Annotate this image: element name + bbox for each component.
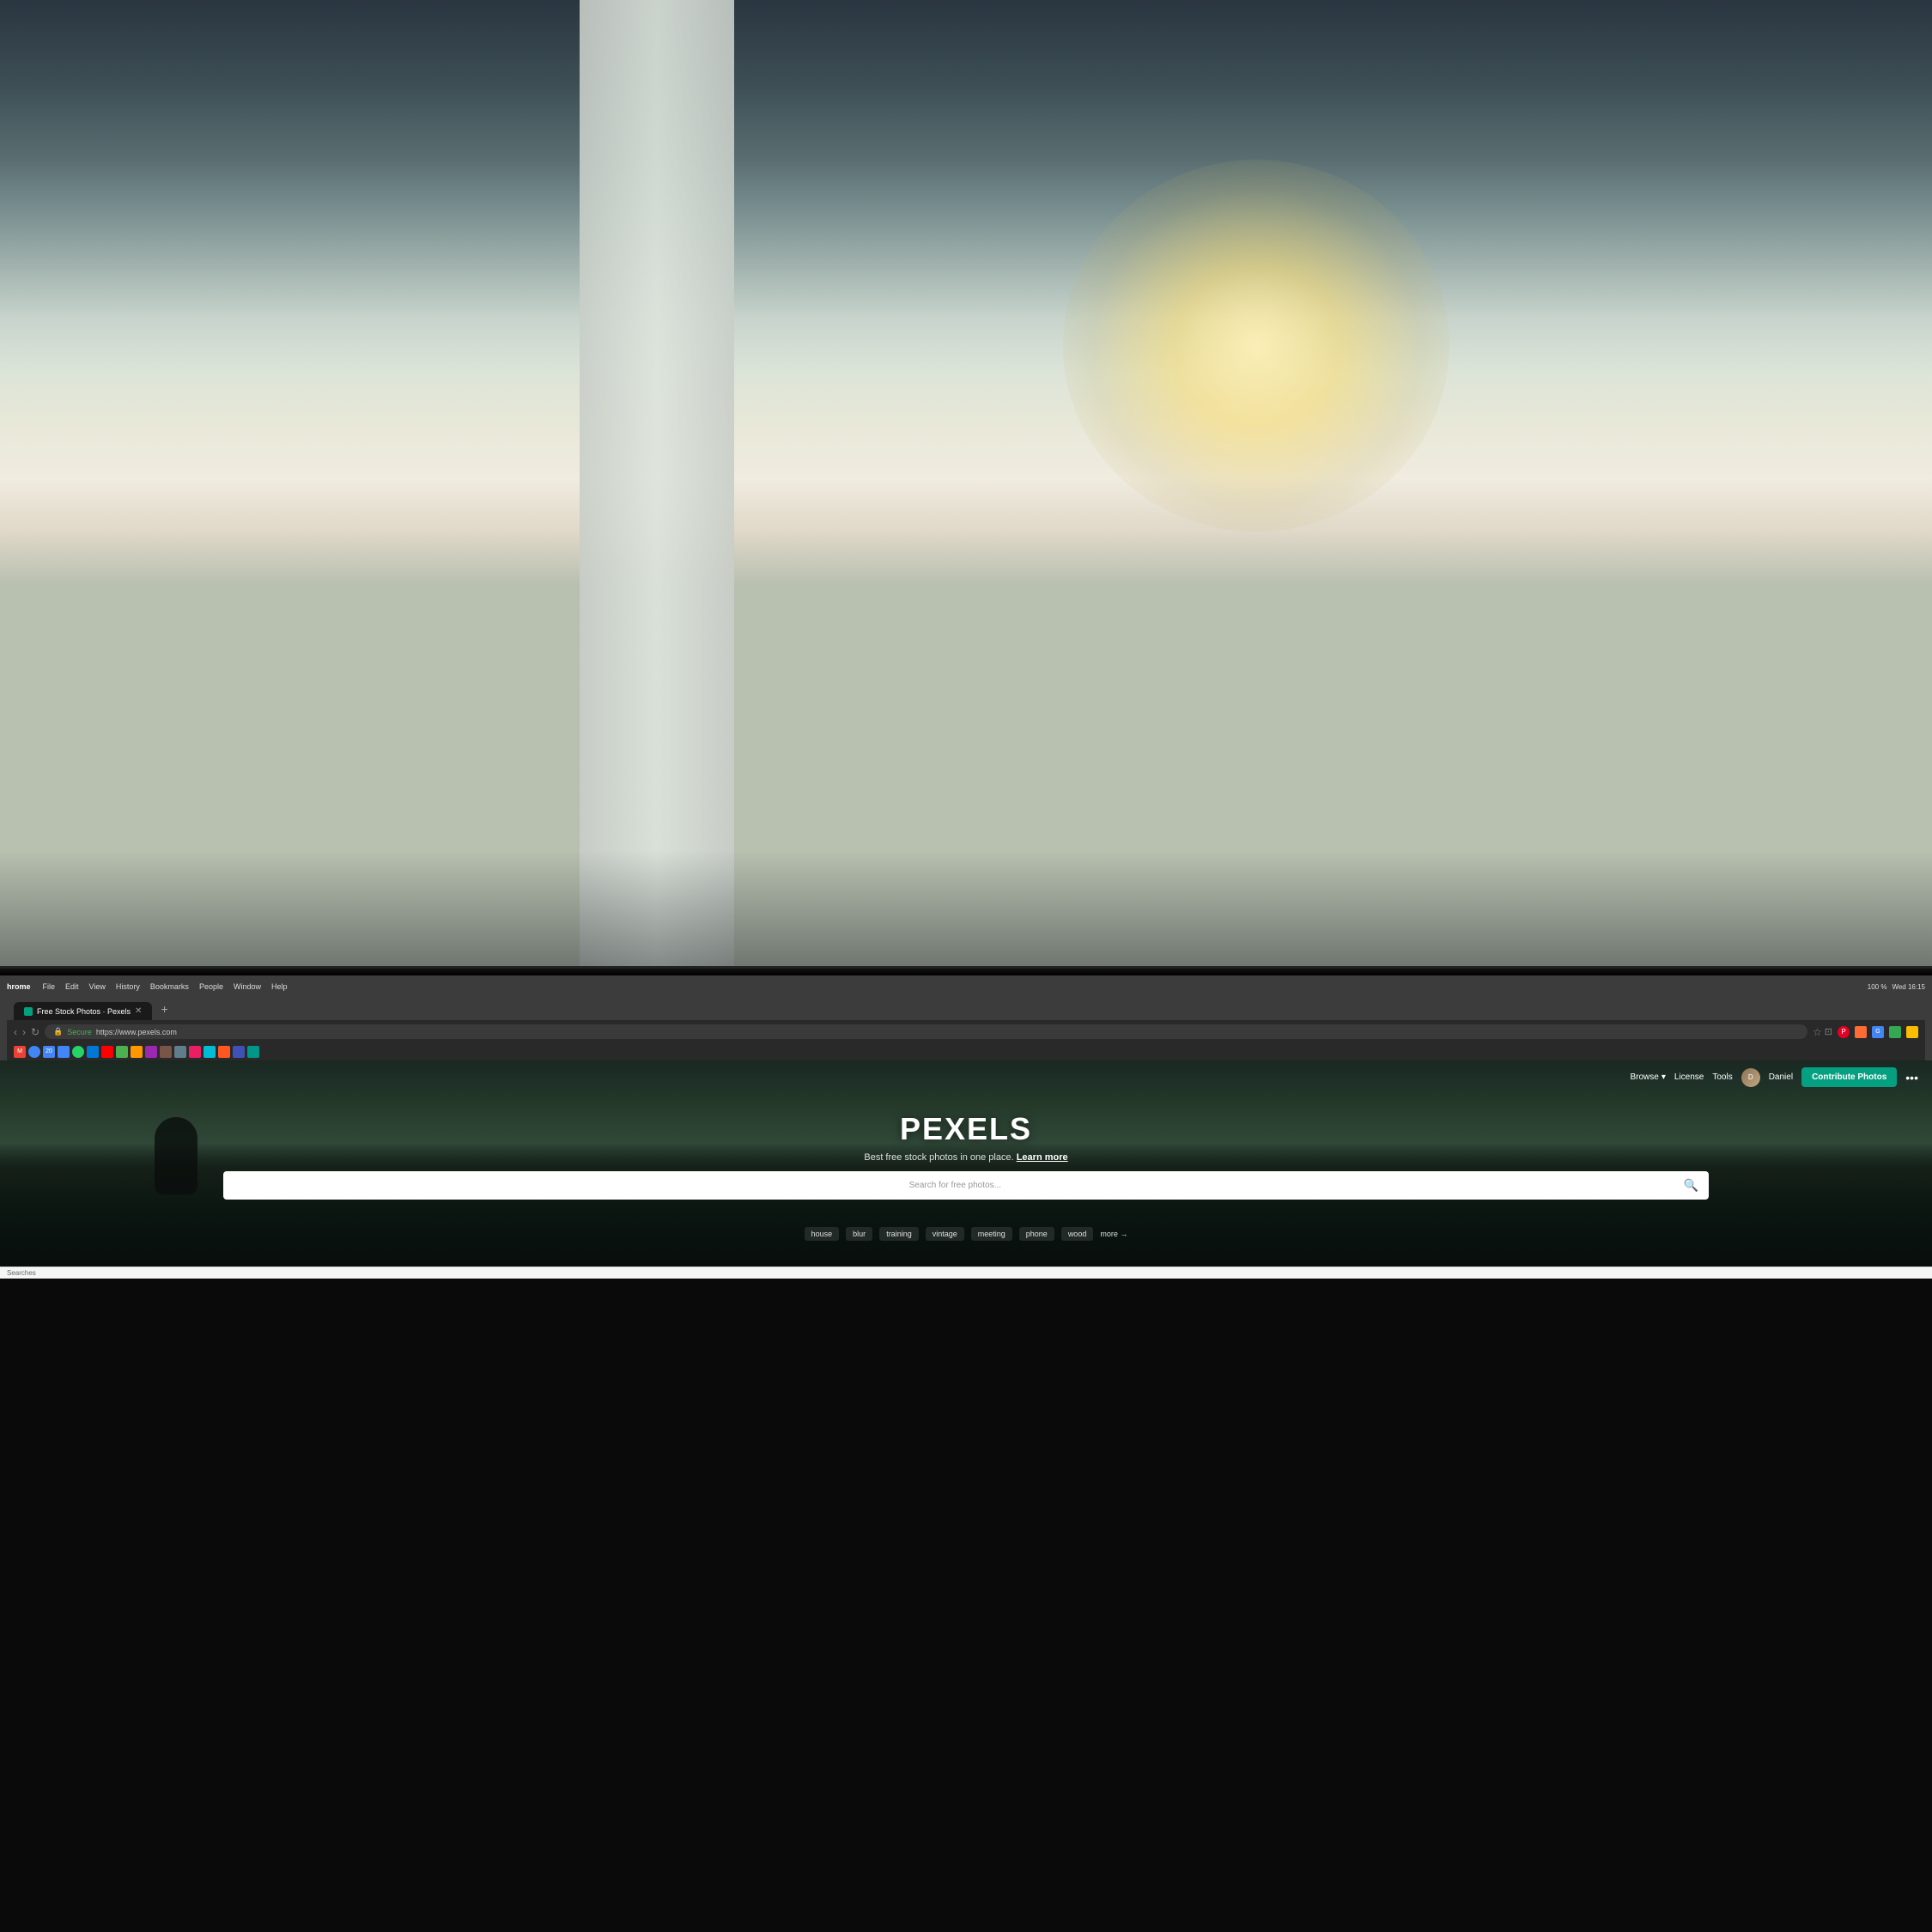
ext-icon-5[interactable] <box>1906 1026 1918 1038</box>
tag-training[interactable]: training <box>879 1227 919 1241</box>
tab-favicon <box>24 1007 33 1016</box>
ext-icon-4[interactable] <box>1889 1026 1901 1038</box>
active-tab[interactable]: Free Stock Photos · Pexels ✕ <box>14 1002 152 1020</box>
tag-blur[interactable]: blur <box>846 1227 872 1241</box>
tag-meeting[interactable]: meeting <box>971 1227 1012 1241</box>
user-avatar[interactable]: D <box>1741 1068 1760 1087</box>
ext-icon-14[interactable] <box>189 1046 201 1058</box>
menu-history[interactable]: History <box>111 982 145 991</box>
browse-link[interactable]: Browse ▾ <box>1630 1072 1665 1082</box>
battery-status: 100 % <box>1868 983 1887 991</box>
ext-icon-3[interactable]: G <box>1872 1026 1884 1038</box>
ext-icon-7[interactable] <box>87 1046 99 1058</box>
learn-more-link[interactable]: Learn more <box>1017 1152 1068 1163</box>
tab-close-button[interactable]: ✕ <box>135 1006 142 1016</box>
menu-help[interactable]: Help <box>266 982 293 991</box>
ext-icon-13[interactable] <box>174 1046 186 1058</box>
ext-pinterest[interactable]: P <box>1838 1026 1850 1038</box>
ext-icon-11[interactable] <box>145 1046 157 1058</box>
pexels-navigation: Browse ▾ License Tools D Daniel Contribu… <box>0 1060 1932 1094</box>
ext-icon-2[interactable] <box>1855 1026 1867 1038</box>
monitor-frame: hrome File Edit View History Bookmarks P… <box>0 966 1932 1932</box>
tag-phone[interactable]: phone <box>1019 1227 1054 1241</box>
reload-button[interactable]: ↻ <box>31 1026 39 1038</box>
tag-row: house blur training vintage meeting phon… <box>0 1222 1932 1253</box>
menubar-right: 100 % Wed 16:15 <box>1868 983 1925 991</box>
extensions-toolbar: M 20 <box>7 1043 1925 1060</box>
secure-label: Secure <box>67 1028 92 1036</box>
window-glow <box>1063 160 1449 532</box>
ext-calendar[interactable]: 20 <box>43 1046 55 1058</box>
ext-icon-9[interactable] <box>116 1046 128 1058</box>
license-link[interactable]: License <box>1674 1072 1704 1082</box>
ext-gmail[interactable]: M <box>14 1046 26 1058</box>
search-icon[interactable]: 🔍 <box>1684 1178 1698 1193</box>
urlbar-row: ‹ › ↻ 🔒 Secure https://www.pexels.com ☆ … <box>7 1020 1925 1043</box>
ext-icon-16[interactable] <box>218 1046 230 1058</box>
chevron-down-icon: ▾ <box>1662 1072 1666 1082</box>
site-title: PEXELS <box>14 1111 1918 1147</box>
site-subtitle: Best free stock photos in one place. Lea… <box>14 1152 1918 1163</box>
tab-label: Free Stock Photos · Pexels <box>37 1007 131 1016</box>
status-text: Searches <box>7 1269 36 1277</box>
ext-icon-18[interactable] <box>247 1046 259 1058</box>
tools-link[interactable]: Tools <box>1712 1072 1732 1082</box>
nav-right: Browse ▾ License Tools D Daniel Contribu… <box>1630 1067 1918 1087</box>
ext-icon-10[interactable] <box>131 1046 143 1058</box>
secure-icon: 🔒 <box>53 1027 63 1036</box>
ext-icon-17[interactable] <box>233 1046 245 1058</box>
menu-view[interactable]: View <box>84 982 111 991</box>
menu-bookmarks[interactable]: Bookmarks <box>145 982 194 991</box>
browser-app-name: hrome <box>7 982 31 991</box>
pexels-hero: Browse ▾ License Tools D Daniel Contribu… <box>0 1060 1932 1267</box>
website-content: Browse ▾ License Tools D Daniel Contribu… <box>0 1060 1932 1267</box>
url-text: https://www.pexels.com <box>96 1028 177 1036</box>
search-placeholder: Search for free photos... <box>234 1181 1677 1190</box>
avatar-initial: D <box>1748 1073 1753 1081</box>
ext-todo[interactable] <box>58 1046 70 1058</box>
tag-house[interactable]: house <box>805 1227 840 1241</box>
search-bar[interactable]: Search for free photos... 🔍 <box>223 1171 1709 1200</box>
tag-vintage[interactable]: vintage <box>926 1227 964 1241</box>
bookmark-star[interactable]: ☆ <box>1813 1026 1822 1038</box>
ext-icon-15[interactable] <box>204 1046 216 1058</box>
ext-icon-8[interactable] <box>101 1046 113 1058</box>
background-photo <box>0 0 1932 1063</box>
forward-button[interactable]: › <box>22 1026 26 1038</box>
hero-text-area: PEXELS Best free stock photos in one pla… <box>0 1094 1932 1222</box>
ext-icon-12[interactable] <box>160 1046 172 1058</box>
menu-file[interactable]: File <box>38 982 61 991</box>
screen-top-border <box>0 969 1932 975</box>
contribute-photos-button[interactable]: Contribute Photos <box>1801 1067 1897 1087</box>
bookmark-icons: ☆ ⊡ <box>1813 1026 1832 1038</box>
ext-drive[interactable] <box>28 1046 40 1058</box>
more-options-button[interactable]: ••• <box>1905 1071 1918 1084</box>
menubar: hrome File Edit View History Bookmarks P… <box>7 981 1925 994</box>
browser-chrome: hrome File Edit View History Bookmarks P… <box>0 975 1932 1060</box>
menu-edit[interactable]: Edit <box>60 982 84 991</box>
tabs-row: Free Stock Photos · Pexels ✕ + <box>7 994 1925 1020</box>
new-tab-button[interactable]: + <box>154 998 174 1020</box>
url-bar[interactable]: 🔒 Secure https://www.pexels.com <box>45 1024 1807 1039</box>
back-button[interactable]: ‹ <box>14 1026 17 1038</box>
tag-wood[interactable]: wood <box>1061 1227 1094 1241</box>
status-bar: Searches <box>0 1267 1932 1279</box>
reader-mode[interactable]: ⊡ <box>1825 1026 1832 1037</box>
clock: Wed 16:15 <box>1892 983 1925 991</box>
menu-window[interactable]: Window <box>228 982 266 991</box>
ext-icon-6[interactable] <box>72 1046 84 1058</box>
user-name[interactable]: Daniel <box>1769 1072 1793 1082</box>
more-tags-link[interactable]: more → <box>1100 1227 1127 1241</box>
menu-people[interactable]: People <box>194 982 228 991</box>
